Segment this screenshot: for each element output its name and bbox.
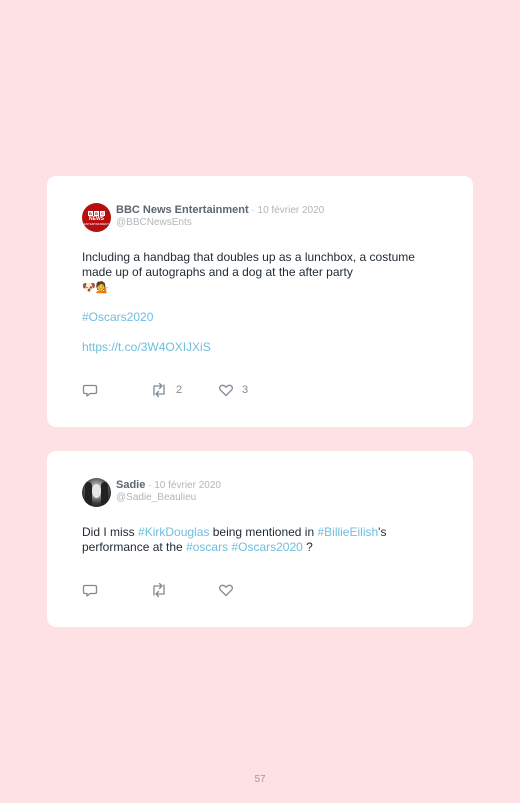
name-line: BBC News Entertainment · 10 février 2020 (116, 204, 324, 217)
tweet-card: Sadie · 10 février 2020 @Sadie_Beaulieu … (47, 451, 473, 627)
avatar[interactable] (82, 478, 111, 507)
tweet-header: B B C NEWS ENTERTAINMENT BBC News Entert… (82, 203, 324, 235)
tweet-text-content: Did I miss (82, 525, 139, 539)
heart-icon (218, 582, 234, 598)
tweet-text-content: Including a handbag that doubles up as a… (82, 250, 415, 279)
author-block: Sadie · 10 février 2020 @Sadie_Beaulieu (116, 479, 221, 504)
like-button[interactable] (218, 582, 234, 598)
author-block: BBC News Entertainment · 10 février 2020… (116, 204, 324, 229)
hashtag-link[interactable]: #BillieEilish (317, 525, 378, 539)
retweet-icon (150, 582, 168, 598)
reply-icon (82, 382, 98, 398)
tweet-date[interactable]: 10 février 2020 (154, 480, 221, 491)
tweet-actions: 2 3 (82, 382, 248, 398)
url-line: https://t.co/3W4OXIJXiS (82, 340, 442, 355)
retweet-icon (150, 382, 168, 398)
tweet-text: Including a handbag that doubles up as a… (82, 250, 442, 355)
separator: · (145, 480, 155, 491)
reply-icon (82, 582, 98, 598)
tweet-card: B B C NEWS ENTERTAINMENT BBC News Entert… (47, 176, 473, 427)
heart-icon (218, 382, 234, 398)
tweet-text-line: Including a handbag that doubles up as a… (82, 250, 442, 280)
like-button[interactable]: 3 (218, 382, 248, 398)
hashtag-line: #Oscars2020 (82, 310, 442, 325)
avatar-hair (85, 482, 92, 506)
avatar-hair (101, 482, 108, 506)
reply-button[interactable] (82, 382, 150, 398)
reply-button[interactable] (82, 582, 150, 598)
tweet-actions (82, 582, 234, 598)
separator: · (248, 205, 258, 216)
page-number: 57 (254, 774, 266, 785)
hashtag-link[interactable]: #oscars (186, 540, 228, 554)
tweet-header: Sadie · 10 février 2020 @Sadie_Beaulieu (82, 478, 221, 510)
user-handle[interactable]: @Sadie_Beaulieu (116, 492, 221, 504)
tweet-text-content: being mentioned in (209, 525, 318, 539)
tweet-text: Did I miss #KirkDouglas being mentioned … (82, 525, 442, 555)
retweet-button[interactable]: 2 (150, 382, 218, 398)
hashtag-link[interactable]: #Oscars2020 (231, 540, 302, 554)
avatar-face (92, 484, 101, 498)
tweet-text-content: ? (302, 540, 313, 554)
url-link[interactable]: https://t.co/3W4OXIJXiS (82, 340, 211, 354)
user-handle[interactable]: @BBCNewsEnts (116, 217, 324, 229)
like-count: 3 (242, 384, 249, 396)
retweet-count: 2 (176, 384, 183, 396)
retweet-button[interactable] (150, 582, 218, 598)
hashtag-link[interactable]: #KirkDouglas (138, 525, 209, 539)
tweet-date[interactable]: 10 février 2020 (258, 205, 325, 216)
name-line: Sadie · 10 février 2020 (116, 479, 221, 492)
avatar[interactable]: B B C NEWS ENTERTAINMENT (82, 203, 111, 232)
avatar-logo-subtext: ENTERTAINMENT (83, 222, 110, 226)
display-name[interactable]: BBC News Entertainment (116, 204, 249, 216)
hashtag-link[interactable]: #Oscars2020 (82, 310, 153, 324)
display-name[interactable]: Sadie (116, 479, 145, 491)
emoji: 🐶💁 (82, 281, 110, 294)
